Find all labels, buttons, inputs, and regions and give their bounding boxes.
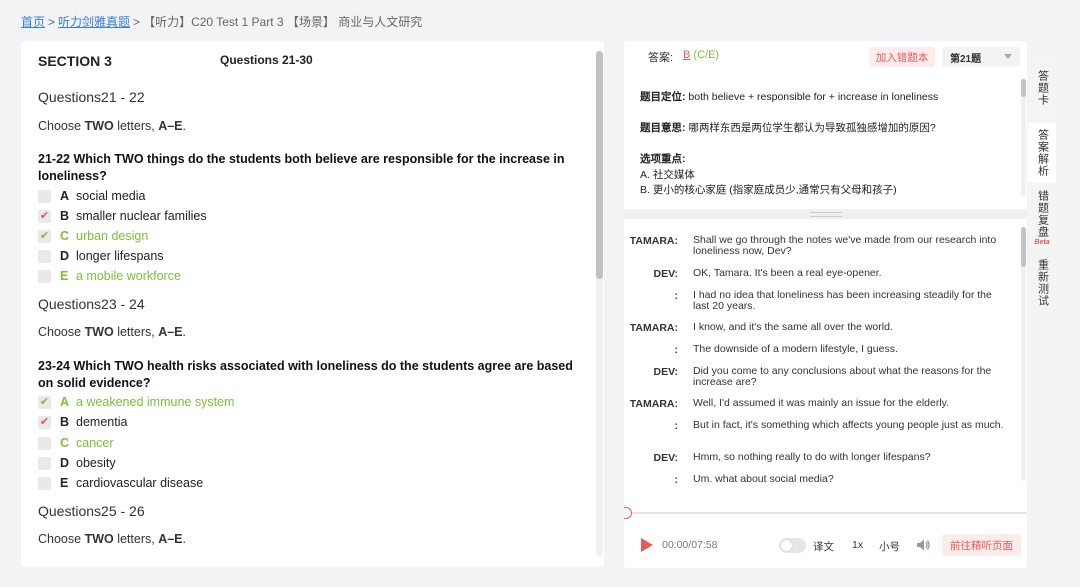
analysis-points-title: 选项重点: (640, 153, 686, 165)
playback-speed[interactable]: 1x (852, 539, 863, 551)
transcript[interactable]: TAMARA: Shall we go through the notes we'… (624, 226, 1020, 498)
toggle-knob (781, 540, 792, 551)
answer-label: 答案: (648, 52, 674, 64)
question-scrollbar[interactable] (596, 51, 603, 557)
tab-retest[interactable]: 重新测试 (1028, 253, 1056, 313)
go-to-intensive-listening-button[interactable]: 前往精听页面 (942, 534, 1021, 556)
checkbox[interactable] (38, 249, 51, 263)
question-text: 23-24 Which TWO health risks associated … (38, 359, 573, 390)
option-23-e[interactable]: Ecardiovascular disease (38, 474, 203, 492)
question-instruction: Choose TWO letters, A–E. (38, 532, 187, 546)
panel-resize-divider[interactable] (624, 209, 1027, 219)
option-21-c[interactable]: ✔ Curban design (38, 227, 148, 245)
check-icon[interactable]: ✔ (38, 209, 51, 223)
question-instruction: Choose TWO letters, A–E. (38, 325, 187, 339)
question-scroll-area[interactable]: SECTION 3 Questions 21-30 Questions21 - … (21, 41, 590, 567)
option-21-e[interactable]: Ea mobile workforce (38, 267, 181, 285)
option-23-c[interactable]: Ccancer (38, 434, 114, 452)
beta-badge: Beta (1034, 238, 1050, 246)
analysis-point-b: B. 更小的核心家庭 (指家庭成员少,通常只有父母和孩子) (640, 184, 897, 196)
answer-analysis: 题目定位: both believe + responsible for + i… (640, 87, 1000, 201)
breadcrumb-home-link[interactable]: 首页 (21, 15, 45, 29)
volume-icon[interactable] (915, 537, 931, 553)
breadcrumb-current: 【听力】C20 Test 1 Part 3 【场景】 商业与人文研究 (143, 15, 423, 29)
checkbox[interactable] (38, 436, 51, 450)
question-select[interactable]: 第21题 (942, 47, 1020, 67)
section-title: SECTION 3 (38, 53, 112, 69)
question-group-title: Questions21 - 22 (38, 89, 145, 105)
checkbox[interactable] (38, 189, 51, 203)
option-21-d[interactable]: Dlonger lifespans (38, 247, 164, 265)
question-group-title: Questions23 - 24 (38, 296, 145, 312)
checkbox[interactable] (38, 476, 51, 490)
scrollbar-thumb[interactable] (596, 51, 603, 279)
drag-handle-icon[interactable] (810, 212, 842, 217)
breadcrumb-section-link[interactable]: 听力剑雅真题 (58, 15, 130, 29)
check-icon[interactable]: ✔ (38, 229, 51, 243)
progress-knob[interactable] (624, 507, 632, 519)
play-icon[interactable] (636, 535, 656, 555)
question-group-title: Questions25 - 26 (38, 503, 145, 519)
audio-time: 00:00/07:58 (662, 539, 718, 551)
font-size-selector[interactable]: 小号 (879, 539, 900, 554)
question-text: 21-22 Which TWO things do the students b… (38, 152, 565, 183)
breadcrumb-separator: > (48, 15, 56, 29)
breadcrumb: 首页 > 听力剑雅真题 > 【听力】C20 Test 1 Part 3 【场景】 商业与… (21, 13, 422, 30)
checkbox[interactable] (38, 269, 51, 283)
audio-player: 00:00/07:58 译文 1x 小号 前往精听页面 (624, 531, 1027, 559)
checkbox[interactable] (38, 456, 51, 470)
scrollbar-thumb[interactable] (1021, 79, 1026, 97)
add-to-wrong-book-button[interactable]: 加入错题本 (869, 47, 935, 67)
chevron-down-icon (1004, 54, 1012, 59)
question-panel: SECTION 3 Questions 21-30 Questions21 - … (21, 41, 604, 567)
option-23-a[interactable]: ✔ Aa weakened immune system (38, 393, 234, 411)
section-header: SECTION 3 Questions 21-30 (38, 53, 578, 73)
answer-value: B (C/E) (683, 49, 720, 61)
check-icon[interactable]: ✔ (38, 415, 51, 429)
analysis-locate: 题目定位: both believe + responsible for + i… (640, 91, 939, 103)
translation-label[interactable]: 译文 (813, 539, 834, 554)
analysis-panel: 答案: B (C/E) 加入错题本 第21题 题目定位: both believ… (624, 41, 1027, 568)
analysis-point-a: A. 社交媒体 (640, 169, 695, 181)
tab-answer-sheet[interactable]: 答题卡 (1028, 57, 1056, 119)
translation-toggle[interactable] (779, 538, 806, 553)
breadcrumb-separator: > (133, 15, 141, 29)
option-23-d[interactable]: Dobesity (38, 454, 116, 472)
scrollbar-thumb[interactable] (1021, 227, 1026, 267)
question-instruction: Choose TWO letters, A–E. (38, 119, 187, 133)
section-questions-range: Questions 21-30 (220, 53, 313, 67)
check-icon[interactable]: ✔ (38, 395, 51, 409)
answer-bar: 答案: B (C/E) 加入错题本 第21题 (624, 41, 1027, 75)
tab-answer-analysis[interactable]: 答案解析 (1028, 123, 1056, 183)
option-23-b[interactable]: ✔ Bdementia (38, 413, 127, 431)
tab-wrong-review[interactable]: 错题复盘 Beta (1028, 187, 1056, 249)
option-21-a[interactable]: Asocial media (38, 187, 145, 205)
audio-progress-bar[interactable] (624, 507, 1027, 519)
analysis-meaning: 题目意思: 哪两样东西是两位学生都认为导致孤独感增加的原因? (640, 122, 936, 134)
option-21-b[interactable]: ✔ Bsmaller nuclear families (38, 207, 207, 225)
analysis-scrollbar[interactable] (1021, 79, 1026, 197)
transcript-scrollbar[interactable] (1021, 227, 1026, 481)
